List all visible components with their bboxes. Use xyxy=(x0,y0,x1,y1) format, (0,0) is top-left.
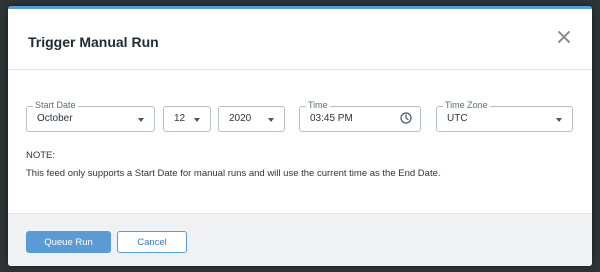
cancel-button[interactable]: Cancel xyxy=(117,231,187,253)
time-legend: Time xyxy=(306,100,330,110)
clock-icon[interactable] xyxy=(400,112,412,124)
queue-run-button[interactable]: Queue Run xyxy=(26,231,111,253)
chevron-down-icon xyxy=(556,118,562,122)
note-label: NOTE: xyxy=(26,150,56,161)
trigger-manual-run-dialog: Trigger Manual Run Start Date October 12… xyxy=(8,6,592,266)
start-date-day-select[interactable]: 12 xyxy=(163,106,211,132)
close-icon[interactable] xyxy=(556,29,572,45)
chevron-down-icon xyxy=(194,118,200,122)
close-icon-glyph xyxy=(558,31,570,43)
time-zone-legend: Time Zone xyxy=(443,100,490,110)
year-value: 2020 xyxy=(229,113,252,124)
start-date-legend: Start Date xyxy=(33,100,78,110)
chevron-down-icon xyxy=(268,118,274,122)
dialog-footer: Queue Run Cancel xyxy=(8,213,592,266)
time-zone-select[interactable]: Time Zone UTC xyxy=(436,100,573,132)
time-input[interactable]: Time 03:45 PM xyxy=(299,100,421,132)
chevron-down-icon xyxy=(138,118,144,122)
day-value: 12 xyxy=(174,113,186,124)
month-value: October xyxy=(37,113,73,124)
dialog-title: Trigger Manual Run xyxy=(28,34,159,50)
dialog-body: Start Date October 12 2020 Time 03:45 PM… xyxy=(8,70,592,212)
dialog-header: Trigger Manual Run xyxy=(8,9,592,70)
time-zone-value: UTC xyxy=(447,113,468,124)
start-date-month-select[interactable]: Start Date October xyxy=(26,100,155,132)
time-value: 03:45 PM xyxy=(310,113,353,124)
start-date-year-select[interactable]: 2020 xyxy=(218,106,285,132)
note-text: This feed only supports a Start Date for… xyxy=(26,168,441,179)
